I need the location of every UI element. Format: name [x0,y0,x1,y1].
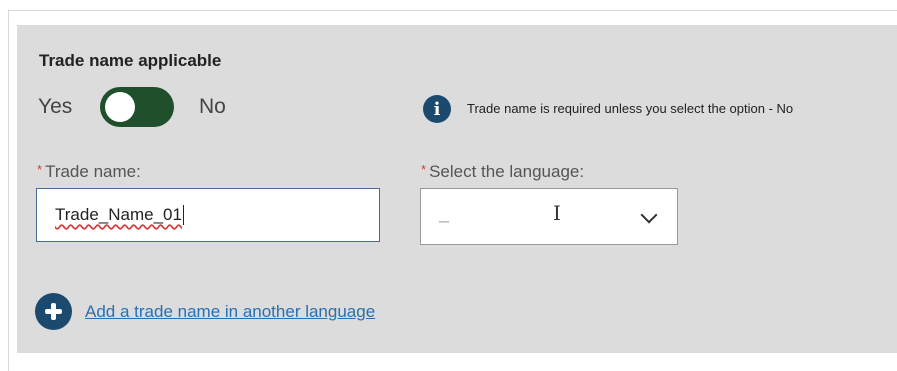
trade-name-value: Trade_Name_01 [55,205,182,224]
language-select[interactable]: _ I [420,188,678,245]
required-star: * [421,162,427,177]
toggle-knob [105,92,135,122]
section-title: Trade name applicable [39,51,222,70]
mouse-ibeam-cursor: I [553,201,561,225]
info-text: Trade name is required unless you select… [467,101,794,116]
toggle-no-label: No [199,95,226,118]
info-icon: i [423,95,451,123]
language-label-text: Select the language: [429,162,585,181]
add-trade-name-link[interactable]: Add a trade name in another language [85,302,375,322]
chevron-down-icon[interactable] [640,206,658,224]
text-caret [182,205,184,225]
trade-name-label-text: Trade name: [45,162,141,181]
add-trade-name-row: Add a trade name in another language [35,293,455,331]
trade-name-input[interactable]: Trade_Name_01 [36,188,380,242]
toggle-yes-label: Yes [38,95,73,118]
trade-name-label: * Trade name: [37,162,141,182]
language-label: * Select the language: [421,162,584,182]
required-star: * [37,162,43,177]
info-message: i Trade name is required unless you sele… [423,95,893,125]
trade-name-applicable-toggle[interactable] [100,87,174,127]
plus-icon[interactable] [35,293,72,330]
language-select-value: _ [439,203,450,223]
trade-name-toggle-row: Yes No [38,87,278,127]
